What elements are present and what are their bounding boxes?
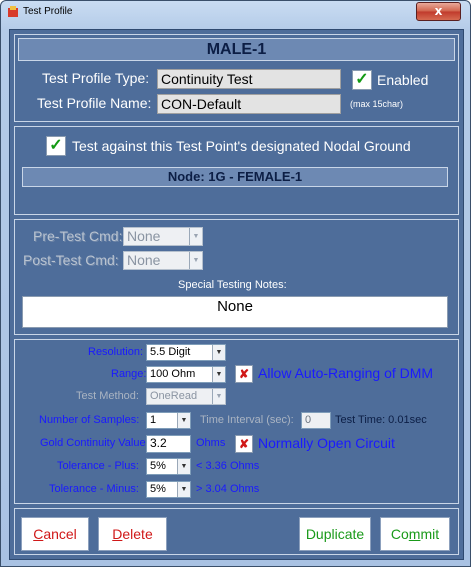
cross-icon: ✘ — [238, 437, 250, 451]
profile-panel: MALE-1 Test Profile Type: Continuity Tes… — [14, 34, 459, 122]
chevron-down-icon: ▼ — [212, 389, 225, 404]
samples-select[interactable]: 1 ▼ — [146, 412, 191, 429]
chevron-down-icon: ▼ — [177, 459, 190, 474]
commit-button[interactable]: Commit — [380, 517, 450, 551]
profile-name-field[interactable]: CON-Default — [157, 94, 341, 114]
post-test-cmd-label: Post-Test Cmd: — [23, 252, 119, 268]
duplicate-button[interactable]: Duplicate — [299, 517, 371, 551]
app-icon — [8, 6, 18, 17]
chevron-down-icon: ▼ — [177, 482, 190, 497]
delete-button[interactable]: Delete — [98, 517, 167, 551]
tolerance-plus-label: Tolerance - Plus: — [57, 460, 139, 472]
profile-type-field[interactable]: Continuity Test — [157, 69, 341, 89]
dialog-body: MALE-1 Test Profile Type: Continuity Tes… — [9, 29, 464, 560]
enabled-label: Enabled — [377, 72, 429, 88]
node-bar: Node: 1G - FEMALE-1 — [22, 167, 448, 187]
resolution-label: Resolution: — [88, 346, 144, 358]
ground-panel: ✓ Test against this Test Point's designa… — [14, 126, 459, 215]
post-test-cmd-select: None ▼ — [123, 251, 203, 270]
test-method-label: Test Method: — [76, 390, 139, 402]
samples-label: Number of Samples: — [39, 414, 140, 426]
special-notes-label: Special Testing Notes: — [178, 279, 287, 291]
profile-name-label: Test Profile Name: — [37, 95, 152, 111]
tolerance-minus-select[interactable]: 5% ▼ — [146, 481, 191, 498]
chevron-down-icon: ▼ — [177, 413, 190, 428]
tolerance-plus-select[interactable]: 5% ▼ — [146, 458, 191, 475]
chevron-down-icon: ▼ — [189, 252, 202, 269]
cross-icon: ✘ — [238, 367, 250, 381]
title-bar[interactable]: Test Profile x — [1, 1, 470, 23]
chevron-down-icon: ▼ — [212, 367, 225, 382]
range-label: Range: — [111, 368, 147, 380]
settings-panel: Resolution: 5.5 Digit ▼ Range: 100 Ohm ▼… — [14, 339, 459, 504]
check-icon: ✓ — [49, 137, 63, 154]
pre-test-cmd-label: Pre-Test Cmd: — [33, 228, 123, 244]
chevron-down-icon: ▼ — [189, 228, 202, 245]
gold-value-field[interactable]: 3.2 — [146, 435, 191, 453]
buttons-panel: Cancel Delete Duplicate Commit — [14, 508, 459, 555]
normally-open-label: Normally Open Circuit — [258, 435, 395, 451]
window-title: Test Profile — [23, 6, 73, 17]
gold-value-label: Gold Continuity Value: — [40, 437, 149, 449]
auto-ranging-label: Allow Auto-Ranging of DMM — [258, 365, 434, 381]
time-interval-label: Time Interval (sec): — [200, 414, 294, 426]
node-title: Node: 1G - FEMALE-1 — [167, 169, 303, 184]
tolerance-minus-result: > 3.04 Ohms — [196, 483, 260, 495]
enabled-checkbox[interactable]: ✓ — [352, 70, 372, 90]
commands-panel: Pre-Test Cmd: None ▼ Post-Test Cmd: None… — [14, 219, 459, 335]
range-select[interactable]: 100 Ohm ▼ — [146, 366, 226, 383]
profile-name-hint: (max 15char) — [350, 99, 404, 109]
profile-type-label: Test Profile Type: — [42, 70, 150, 86]
check-icon: ✓ — [355, 71, 369, 88]
time-interval-field: 0 — [301, 412, 331, 429]
cancel-button[interactable]: Cancel — [21, 517, 89, 551]
test-profile-window: Test Profile x MALE-1 Test Profile Type:… — [0, 0, 471, 567]
tolerance-minus-label: Tolerance - Minus: — [49, 483, 139, 495]
chevron-down-icon: ▼ — [212, 345, 225, 360]
header-bar: MALE-1 — [18, 38, 455, 61]
pre-test-cmd-select: None ▼ — [123, 227, 203, 246]
test-time-label: Test Time: 0.01sec — [335, 414, 427, 426]
tolerance-plus-result: < 3.36 Ohms — [196, 460, 260, 472]
resolution-select[interactable]: 5.5 Digit ▼ — [146, 344, 226, 361]
nodal-ground-label: Test against this Test Point's designate… — [72, 138, 411, 154]
special-notes-field[interactable]: None — [22, 296, 448, 328]
nodal-ground-checkbox[interactable]: ✓ — [46, 136, 66, 156]
gold-unit-label: Ohms — [196, 437, 226, 449]
auto-ranging-checkbox[interactable]: ✘ — [235, 365, 253, 383]
profile-name-title: MALE-1 — [206, 41, 267, 58]
test-method-select: OneRead ▼ — [146, 388, 226, 405]
normally-open-checkbox[interactable]: ✘ — [235, 435, 253, 453]
close-button[interactable]: x — [416, 2, 461, 21]
